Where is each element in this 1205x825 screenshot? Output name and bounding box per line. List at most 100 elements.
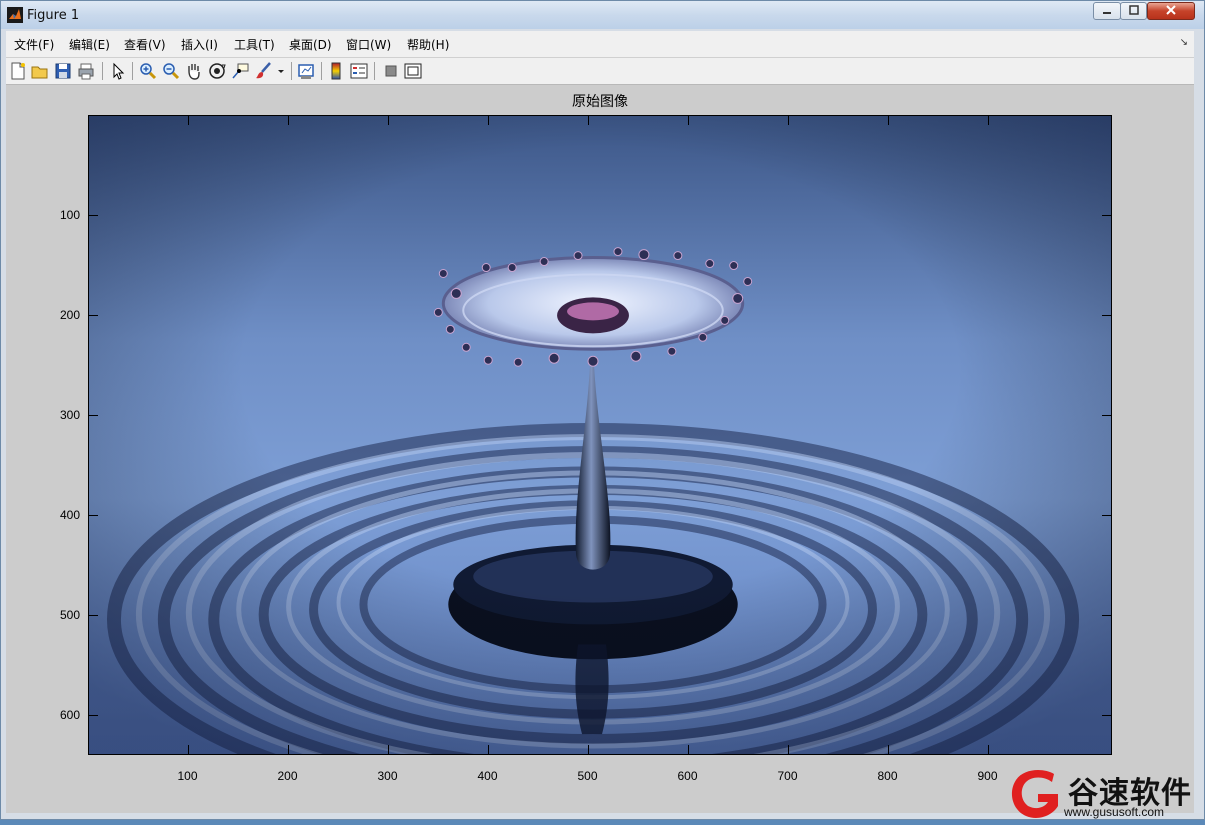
x-tick xyxy=(587,745,589,755)
print-button[interactable] xyxy=(76,61,96,81)
y-tick xyxy=(88,514,98,516)
water-drop-image xyxy=(89,116,1111,754)
y-tick xyxy=(88,314,98,316)
save-icon xyxy=(55,63,71,79)
menu-view[interactable]: 查看(V) xyxy=(124,36,166,53)
minimize-icon xyxy=(1103,12,1111,14)
rotate-3d-icon xyxy=(209,63,226,79)
x-tick-label: 800 xyxy=(877,769,898,783)
x-tick-top xyxy=(787,115,789,125)
zoom-out-button[interactable] xyxy=(161,61,181,81)
colorbar-icon xyxy=(331,62,341,80)
print-icon xyxy=(78,63,94,80)
menu-window[interactable]: 窗口(W) xyxy=(346,36,391,53)
link-plot-icon xyxy=(298,64,314,79)
colorbar-button[interactable] xyxy=(326,61,346,81)
pan-button[interactable] xyxy=(184,61,204,81)
y-tick-label: 300 xyxy=(59,407,80,422)
toolbar-separator xyxy=(102,62,103,80)
y-tick-label: 400 xyxy=(59,507,80,522)
window-title: Figure 1 xyxy=(27,8,80,23)
menu-edit[interactable]: 编辑(E) xyxy=(69,36,110,53)
hide-plot-tools-icon xyxy=(385,65,397,77)
y-tick-right xyxy=(1102,714,1112,716)
x-tick-top xyxy=(687,115,689,125)
menu-tools[interactable]: 工具(T) xyxy=(234,36,275,53)
x-tick-label: 700 xyxy=(777,769,798,783)
x-tick-top xyxy=(387,115,389,125)
x-tick xyxy=(687,745,689,755)
watermark: 谷速软件 www.gususoft.com xyxy=(1006,766,1205,821)
brush-icon xyxy=(256,62,271,79)
watermark-url: www.gususoft.com xyxy=(1064,805,1165,819)
x-tick-top xyxy=(587,115,589,125)
figure-toolbar xyxy=(6,58,1194,85)
x-tick-label: 400 xyxy=(477,769,498,783)
x-tick-label: 500 xyxy=(577,769,598,783)
open-file-icon xyxy=(31,66,48,79)
x-tick-top xyxy=(187,115,189,125)
axes-title: 原始图像 xyxy=(572,94,628,110)
x-tick xyxy=(787,745,789,755)
toolbar-separator xyxy=(132,62,133,80)
x-tick xyxy=(487,745,489,755)
pointer-icon xyxy=(113,62,125,80)
close-icon xyxy=(1166,5,1176,15)
link-plot-button[interactable] xyxy=(296,61,316,81)
legend-button[interactable] xyxy=(349,61,369,81)
y-tick-right xyxy=(1102,614,1112,616)
maximize-icon xyxy=(1128,5,1139,15)
x-tick-top xyxy=(887,115,889,125)
y-tick-right xyxy=(1102,514,1112,516)
save-button[interactable] xyxy=(53,61,73,81)
hide-plot-tools-button[interactable] xyxy=(381,61,401,81)
close-button[interactable] xyxy=(1147,2,1195,20)
x-tick-label: 300 xyxy=(377,769,398,783)
figure-canvas: 原始图像 100 200 300 400 500 600 700 800 900… xyxy=(6,85,1194,813)
y-tick-label: 100 xyxy=(59,207,80,222)
y-tick-label: 500 xyxy=(59,607,80,622)
chevron-down-icon xyxy=(278,70,284,73)
y-tick xyxy=(88,214,98,216)
show-plot-tools-button[interactable] xyxy=(403,61,423,81)
zoom-out-icon xyxy=(163,63,180,80)
menu-help[interactable]: 帮助(H) xyxy=(407,36,449,53)
zoom-in-icon xyxy=(140,63,157,80)
zoom-in-button[interactable] xyxy=(138,61,158,81)
maximize-button[interactable] xyxy=(1120,2,1147,20)
y-tick xyxy=(88,614,98,616)
image-axes[interactable] xyxy=(88,115,1112,755)
x-tick xyxy=(387,745,389,755)
pointer-button[interactable] xyxy=(108,61,128,81)
y-tick-right xyxy=(1102,214,1112,216)
x-tick-label: 100 xyxy=(177,769,198,783)
open-file-button[interactable] xyxy=(30,61,50,81)
minimize-button[interactable] xyxy=(1093,2,1121,20)
x-tick-top xyxy=(287,115,289,125)
y-tick xyxy=(88,714,98,716)
x-tick xyxy=(187,745,189,755)
new-figure-icon xyxy=(11,62,25,80)
y-tick-right xyxy=(1102,314,1112,316)
menu-insert[interactable]: 插入(I) xyxy=(181,36,218,53)
toolbar-separator xyxy=(291,62,292,80)
data-cursor-button[interactable] xyxy=(230,61,250,81)
x-tick-label: 200 xyxy=(277,769,298,783)
rotate-3d-button[interactable] xyxy=(207,61,227,81)
menu-file[interactable]: 文件(F) xyxy=(14,36,54,53)
x-tick xyxy=(287,745,289,755)
watermark-logo xyxy=(1011,770,1058,818)
data-cursor-icon xyxy=(232,63,249,79)
brush-dropdown-button[interactable] xyxy=(276,61,286,81)
x-tick-top xyxy=(987,115,989,125)
toolbar-separator xyxy=(321,62,322,80)
menu-bar: 文件(F) 编辑(E) 查看(V) 插入(I) 工具(T) 桌面(D) 窗口(W… xyxy=(6,31,1194,58)
menu-dock-arrow-icon[interactable]: ↘ xyxy=(1180,37,1188,48)
y-tick-right xyxy=(1102,414,1112,416)
menu-desktop[interactable]: 桌面(D) xyxy=(289,36,332,53)
brush-button[interactable] xyxy=(254,61,274,81)
pan-icon xyxy=(188,64,200,80)
new-figure-button[interactable] xyxy=(8,61,28,81)
title-bar[interactable]: Figure 1 xyxy=(1,1,1204,29)
show-plot-tools-icon xyxy=(404,63,422,79)
